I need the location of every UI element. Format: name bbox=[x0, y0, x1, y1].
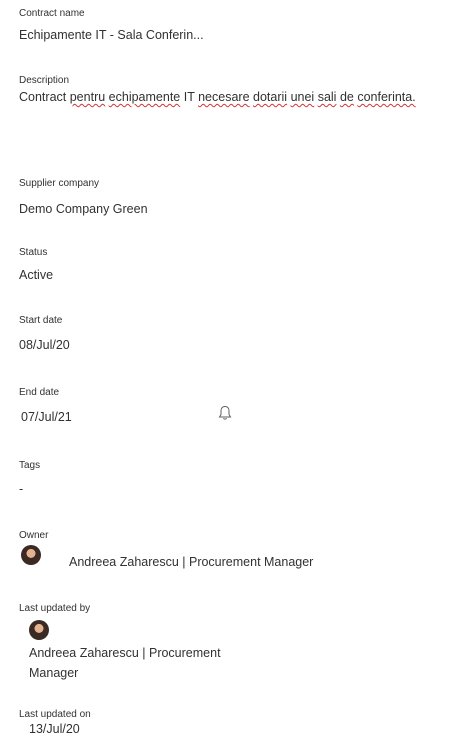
last-updated-by-name-line1[interactable]: Andreea Zaharescu | Procurement bbox=[29, 646, 221, 660]
last-updated-on-value[interactable]: 13/Jul/20 bbox=[29, 722, 80, 736]
description-word: IT bbox=[183, 90, 195, 104]
last-updated-on-label: Last updated on bbox=[19, 709, 91, 720]
description-label: Description bbox=[19, 75, 70, 86]
description-word: dotarii bbox=[253, 90, 288, 104]
description-word: Contract bbox=[19, 90, 67, 104]
owner-label: Owner bbox=[19, 530, 49, 541]
last-updated-by-avatar bbox=[29, 620, 49, 640]
tags-value[interactable]: - bbox=[19, 482, 23, 496]
tags-label: Tags bbox=[19, 460, 41, 471]
contract-name-value[interactable]: Echipamente IT - Sala Conferin... bbox=[19, 28, 204, 42]
contract-name-label: Contract name bbox=[19, 8, 85, 19]
supplier-company-value[interactable]: Demo Company Green bbox=[19, 202, 148, 216]
description-word: necesare bbox=[198, 90, 250, 104]
last-updated-by-name-line2[interactable]: Manager bbox=[29, 666, 78, 680]
status-label: Status bbox=[19, 247, 48, 258]
description-word: echipamente bbox=[108, 90, 181, 104]
owner-avatar bbox=[21, 545, 41, 565]
description-word: conferinta. bbox=[357, 90, 416, 104]
description-word: de bbox=[339, 90, 354, 104]
supplier-company-label: Supplier company bbox=[19, 178, 100, 189]
start-date-value[interactable]: 08/Jul/20 bbox=[19, 338, 70, 352]
description-word: unei bbox=[290, 90, 315, 104]
last-updated-by-label: Last updated by bbox=[19, 603, 91, 614]
bell-icon[interactable] bbox=[218, 405, 232, 421]
description-word: sali bbox=[317, 90, 337, 104]
end-date-label: End date bbox=[19, 387, 60, 398]
end-date-value[interactable]: 07/Jul/21 bbox=[21, 410, 72, 424]
start-date-label: Start date bbox=[19, 315, 63, 326]
owner-name[interactable]: Andreea Zaharescu | Procurement Manager bbox=[69, 555, 313, 569]
description-word: pentru bbox=[69, 90, 106, 104]
description-value[interactable]: Contract pentru echipamente IT necesare … bbox=[19, 90, 416, 104]
status-value[interactable]: Active bbox=[19, 268, 53, 282]
